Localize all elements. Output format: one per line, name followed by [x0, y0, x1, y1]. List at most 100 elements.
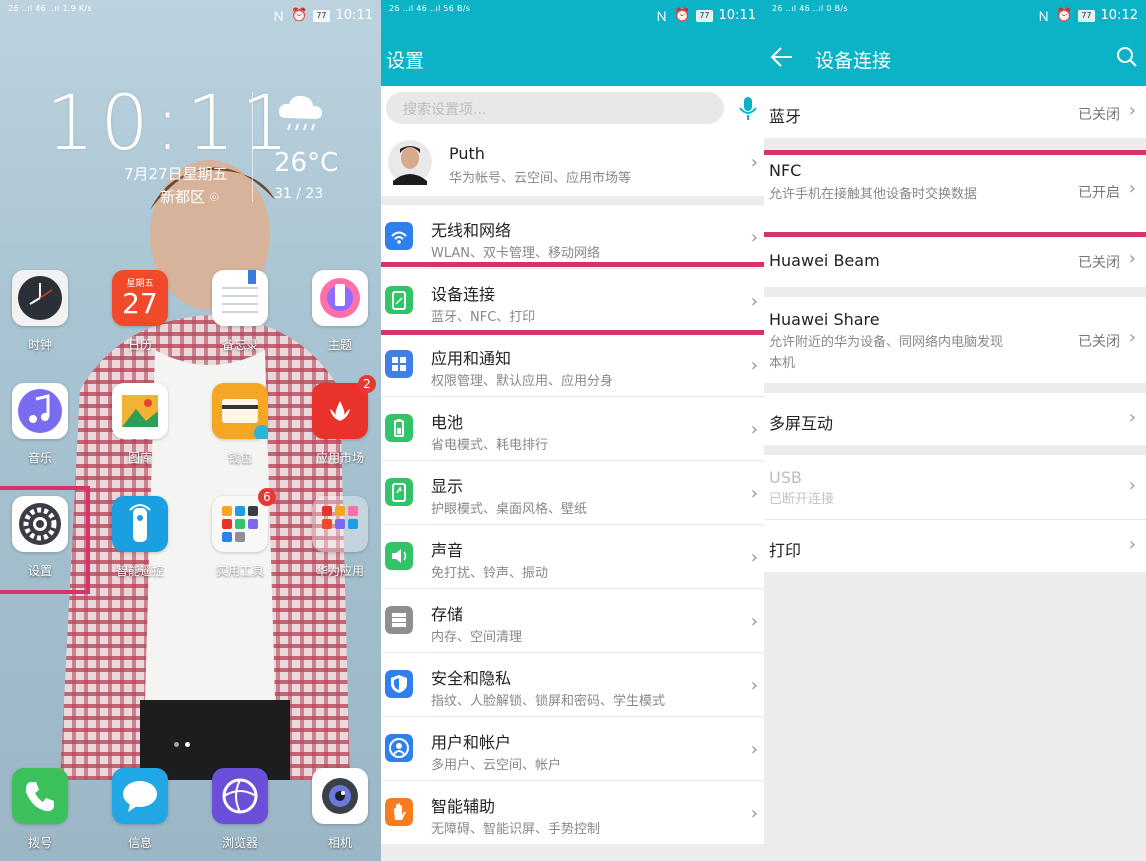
- settings-item-6[interactable]: 存储 内存、空间清理 ›: [381, 589, 764, 652]
- row-title: Huawei Share: [769, 310, 880, 329]
- app-calendar[interactable]: 星期五 27 日历: [100, 270, 180, 353]
- app-clock[interactable]: 时钟: [0, 270, 80, 353]
- page-dot-active: [185, 742, 190, 747]
- settings-item-title: 显示: [431, 477, 464, 496]
- settings-item-2[interactable]: 应用和通知 权限管理、默认应用、应用分身 ›: [381, 333, 764, 396]
- clock-widget[interactable]: 10:11: [46, 78, 295, 167]
- app-themes[interactable]: 主题: [300, 270, 380, 353]
- chevron-right-icon: ›: [1128, 248, 1136, 269]
- highlight-line-top: [764, 150, 1146, 155]
- app-label: 日历: [127, 338, 152, 352]
- settings-item-8[interactable]: 用户和帐户 多用户、云空间、帐户 ›: [381, 717, 764, 780]
- settings-item-title: 智能辅助: [431, 797, 496, 816]
- app-label: 时钟: [27, 338, 52, 352]
- row-status: 已关闭: [1078, 107, 1120, 123]
- app-gallery[interactable]: 图库: [100, 383, 180, 466]
- settings-item-0[interactable]: 无线和网络 WLAN、双卡管理、移动网络 ›: [381, 205, 764, 268]
- settings-item-title: 存储: [431, 605, 464, 624]
- settings-screen: 26 ..ıl 46 ..ıl 56 B/s Ｎ ⏰ 77 10:11 设置 搜…: [381, 0, 764, 861]
- multi-screen-row[interactable]: 多屏互动 ›: [764, 393, 1146, 445]
- row-status: 已关闭: [1078, 334, 1120, 350]
- huawei-share-row[interactable]: Huawei Share 允许附近的华为设备、同网络内电脑发现本机 已关闭 ›: [764, 297, 1146, 383]
- settings-item-9[interactable]: 智能辅助 无障碍、智能识屏、手势控制 ›: [381, 781, 764, 844]
- app-label: 相机: [327, 836, 352, 850]
- page-dot: [174, 742, 179, 747]
- app-notes[interactable]: 备忘录: [200, 270, 280, 353]
- bluetooth-row[interactable]: 蓝牙 已关闭 ›: [764, 86, 1146, 138]
- status-time: 10:12: [1100, 8, 1138, 23]
- alarm-icon: ⏰: [674, 8, 691, 23]
- clock-app-icon: [12, 270, 68, 326]
- battery-icon: 77: [696, 9, 713, 22]
- account-row[interactable]: Puth 华为帐号、云空间、应用市场等 ›: [381, 130, 764, 196]
- app-label: 拨号: [27, 836, 52, 850]
- chevron-right-icon: ›: [1128, 178, 1136, 199]
- huawei-bag-icon: 2: [312, 375, 376, 439]
- app-remote[interactable]: 智能遥控: [100, 496, 180, 579]
- account-subtitle: 华为帐号、云空间、应用市场等: [449, 171, 632, 186]
- user-icon: [385, 734, 413, 762]
- battery-icon: 77: [1078, 9, 1095, 22]
- settings-item-subtitle: 指纹、人脸解锁、锁屏和密码、学生模式: [431, 694, 666, 709]
- chevron-right-icon: ›: [750, 355, 758, 376]
- nfc-icon: Ｎ: [1037, 10, 1051, 25]
- settings-item-3[interactable]: 电池 省电模式、耗电排行 ›: [381, 397, 764, 460]
- globe-icon: [212, 768, 268, 824]
- settings-item-title: 应用和通知: [431, 349, 512, 368]
- app-music[interactable]: 音乐: [0, 383, 80, 466]
- page-title: 设置: [386, 50, 425, 72]
- folder-tools[interactable]: 6 实用工具: [200, 488, 280, 579]
- cloud-rain-icon[interactable]: [276, 92, 326, 136]
- row-title: 蓝牙: [769, 107, 802, 126]
- settings-item-7[interactable]: 安全和隐私 指纹、人脸解锁、锁屏和密码、学生模式 ›: [381, 653, 764, 716]
- settings-item-subtitle: 多用户、云空间、帐户: [431, 758, 562, 773]
- gallery-photo-icon: [112, 383, 168, 439]
- page-title: 设备连接: [815, 50, 892, 72]
- battery-icon: [385, 414, 413, 442]
- dock-camera[interactable]: 相机: [300, 768, 380, 851]
- row-status: 已关闭: [1078, 255, 1120, 271]
- app-appstore[interactable]: 2 应用市场: [300, 375, 380, 466]
- settings-item-5[interactable]: 声音 免打扰、铃声、振动 ›: [381, 525, 764, 588]
- location-label: 新都区 ⌾: [160, 188, 219, 206]
- theme-brush-icon: [312, 270, 368, 326]
- settings-item-1[interactable]: 设备连接 蓝牙、NFC、打印 ›: [381, 269, 764, 332]
- dock-messages[interactable]: 信息: [100, 768, 180, 851]
- date-label: 7月27日星期五: [124, 165, 228, 183]
- folder-icon: 6: [212, 488, 276, 552]
- folder-huawei-apps[interactable]: 华为应用: [300, 496, 380, 579]
- music-note-icon: [12, 383, 68, 439]
- dock-phone[interactable]: 拨号: [0, 768, 80, 851]
- back-arrow-icon[interactable]: [770, 46, 794, 68]
- chevron-right-icon: ›: [750, 291, 758, 312]
- settings-item-title: 电池: [431, 413, 464, 432]
- print-row[interactable]: 打印 ›: [764, 520, 1146, 572]
- app-wallet[interactable]: 钱包: [200, 383, 280, 466]
- home-screen: 26 ..ıl 46 ..ıl 1.9 K/s Ｎ ⏰ 77 10:11 10:…: [0, 0, 381, 861]
- device-connect-icon: [385, 286, 413, 314]
- chevron-right-icon: ›: [750, 803, 758, 824]
- status-bar: 26 ..ıl 46 ..ıl 0 B/s Ｎ ⏰ 77 10:12: [764, 0, 1146, 28]
- location-pin-icon: ⌾: [209, 188, 219, 206]
- app-label: 华为应用: [315, 564, 364, 578]
- apps-grid-icon: [385, 350, 413, 378]
- settings-item-4[interactable]: 显示 护眼模式、桌面风格、壁纸 ›: [381, 461, 764, 524]
- search-icon[interactable]: [1116, 46, 1138, 68]
- app-label: 应用市场: [315, 451, 364, 465]
- huawei-beam-row[interactable]: Huawei Beam 已关闭 ›: [764, 237, 1146, 287]
- wallet-icon: [212, 383, 270, 441]
- row-title: NFC: [769, 161, 802, 180]
- nfc-row[interactable]: NFC 允许手机在接触其他设备时交换数据 已开启 ›: [764, 150, 1146, 234]
- phone-icon: [12, 768, 68, 824]
- usb-row[interactable]: USB 已断开连接 ›: [764, 455, 1146, 519]
- settings-item-title: 安全和隐私: [431, 669, 512, 688]
- chat-bubble-icon: [112, 768, 168, 824]
- app-label: 主题: [327, 338, 352, 352]
- row-status: 已开启: [1078, 185, 1120, 201]
- dock-browser[interactable]: 浏览器: [200, 768, 280, 851]
- search-placeholder: 搜索设置项...: [403, 102, 487, 118]
- settings-item-title: 用户和帐户: [431, 733, 512, 752]
- microphone-icon[interactable]: [738, 96, 758, 122]
- notification-badge: 2: [358, 375, 376, 393]
- chevron-right-icon: ›: [750, 611, 758, 632]
